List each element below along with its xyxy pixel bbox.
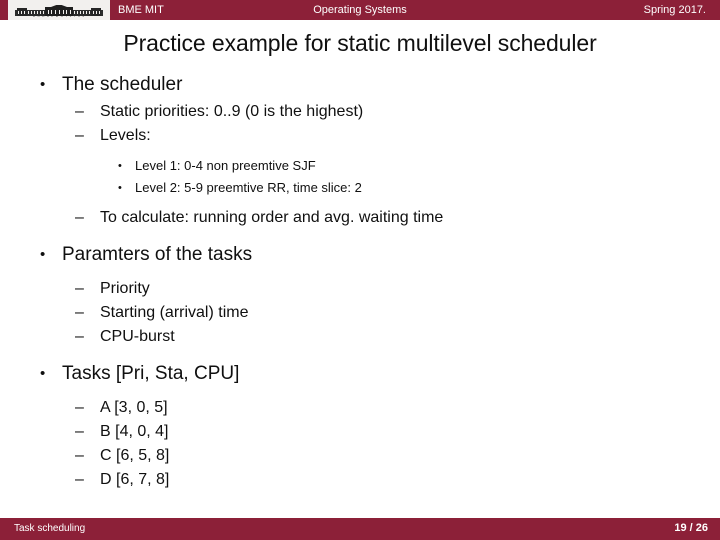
bullet-parameter-priority: Priority bbox=[0, 277, 720, 301]
bullet-task-d: D [6, 7, 8] bbox=[0, 468, 720, 492]
bullet-static-priorities: Static priorities: 0..9 (0 is the highes… bbox=[0, 100, 720, 124]
bullet-parameters-of-the-tasks: Paramters of the tasks bbox=[0, 242, 720, 268]
header-bar: B U D A P E S T 1 7 8 2 BME MIT Operatin… bbox=[0, 0, 720, 20]
bullet-level-1: Level 1: 0-4 non preemtive SJF bbox=[0, 155, 720, 177]
footer-bar: Task scheduling 19 / 26 bbox=[0, 518, 720, 540]
slide-body: The scheduler Static priorities: 0..9 (0… bbox=[0, 72, 720, 492]
bullet-task-a: A [3, 0, 5] bbox=[0, 396, 720, 420]
bullet-task-c: C [6, 5, 8] bbox=[0, 444, 720, 468]
footer-page-number: 19 / 26 bbox=[674, 522, 708, 534]
bullet-levels: Levels: bbox=[0, 124, 720, 148]
header-term-label: Spring 2017. bbox=[643, 4, 706, 16]
footer-section-label: Task scheduling bbox=[14, 523, 86, 534]
bullet-to-calculate: To calculate: running order and avg. wai… bbox=[0, 206, 720, 230]
bullet-parameter-starting-time: Starting (arrival) time bbox=[0, 301, 720, 325]
bullet-the-scheduler: The scheduler bbox=[0, 72, 720, 98]
bullet-level-2: Level 2: 5-9 preemtive RR, time slice: 2 bbox=[0, 177, 720, 199]
header-course-label: Operating Systems bbox=[313, 4, 407, 16]
slide-title: Practice example for static multilevel s… bbox=[123, 30, 597, 56]
bullet-task-b: B [4, 0, 4] bbox=[0, 420, 720, 444]
bullet-tasks-heading: Tasks [Pri, Sta, CPU] bbox=[0, 361, 720, 387]
bullet-parameter-cpu-burst: CPU-burst bbox=[0, 325, 720, 349]
